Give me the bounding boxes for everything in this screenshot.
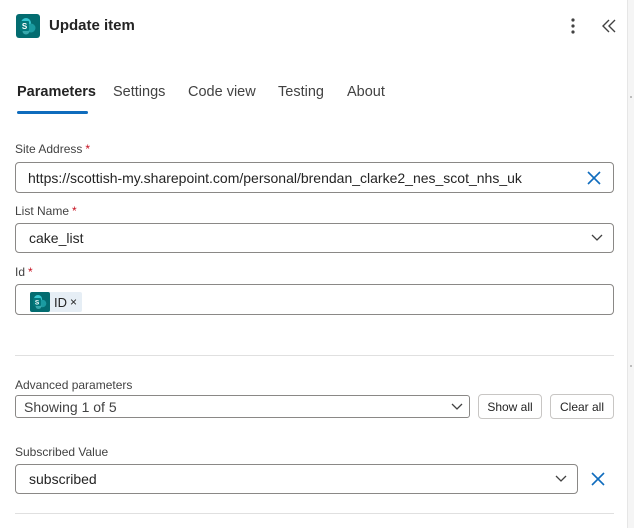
close-icon: [587, 171, 601, 185]
id-token-label: ID: [54, 294, 67, 310]
list-name-label: List Name *: [15, 204, 77, 218]
tab-about[interactable]: About: [347, 84, 385, 100]
site-address-input[interactable]: https://scottish-my.sharepoint.com/perso…: [15, 162, 614, 193]
double-chevron-left-icon: [602, 19, 616, 33]
section-divider: [15, 355, 614, 356]
chevron-down-icon: [450, 401, 464, 413]
advanced-parameters-label: Advanced parameters: [15, 378, 133, 392]
close-icon: [591, 472, 605, 486]
site-address-value: https://scottish-my.sharepoint.com/perso…: [28, 169, 522, 186]
chevron-down-icon: [554, 473, 568, 485]
panel-resize-edge[interactable]: [627, 0, 634, 528]
section-divider: [15, 513, 614, 514]
remove-id-token-button[interactable]: ×: [70, 295, 77, 309]
show-all-button[interactable]: Show all: [478, 394, 542, 419]
id-label: Id *: [15, 265, 33, 279]
tab-testing[interactable]: Testing: [278, 84, 324, 100]
more-options-button[interactable]: [563, 14, 583, 38]
update-item-panel: S Update item Parameters Settings Code v…: [0, 0, 634, 528]
svg-text:S: S: [22, 22, 28, 31]
svg-text:S: S: [35, 300, 40, 307]
grip-dot: [630, 96, 632, 98]
tab-parameters[interactable]: Parameters: [17, 84, 96, 100]
list-name-value: cake_list: [29, 230, 84, 246]
subscribed-value-dropdown[interactable]: subscribed: [15, 464, 578, 494]
active-tab-indicator: [17, 111, 88, 114]
grip-dot: [630, 365, 632, 367]
collapse-panel-button[interactable]: [598, 14, 620, 38]
subscribed-value: subscribed: [29, 471, 97, 487]
advanced-parameters-value: Showing 1 of 5: [24, 398, 117, 415]
sharepoint-icon: S: [30, 292, 50, 312]
remove-subscribed-value-button[interactable]: [588, 469, 608, 489]
chevron-down-icon: [590, 232, 604, 244]
sharepoint-icon: S: [16, 14, 40, 38]
panel-title: Update item: [49, 17, 135, 34]
tab-code-view[interactable]: Code view: [188, 84, 256, 100]
site-address-label: Site Address *: [15, 142, 91, 156]
list-name-dropdown[interactable]: cake_list: [15, 223, 614, 253]
tab-settings[interactable]: Settings: [113, 84, 165, 100]
advanced-parameters-dropdown[interactable]: Showing 1 of 5: [15, 395, 470, 418]
more-vertical-icon: [571, 18, 575, 34]
subscribed-value-label: Subscribed Value: [15, 445, 109, 459]
clear-site-address-button[interactable]: [584, 168, 604, 188]
id-token: S ID ×: [30, 292, 83, 312]
id-input[interactable]: S ID ×: [15, 284, 614, 315]
clear-all-button[interactable]: Clear all: [550, 394, 614, 419]
